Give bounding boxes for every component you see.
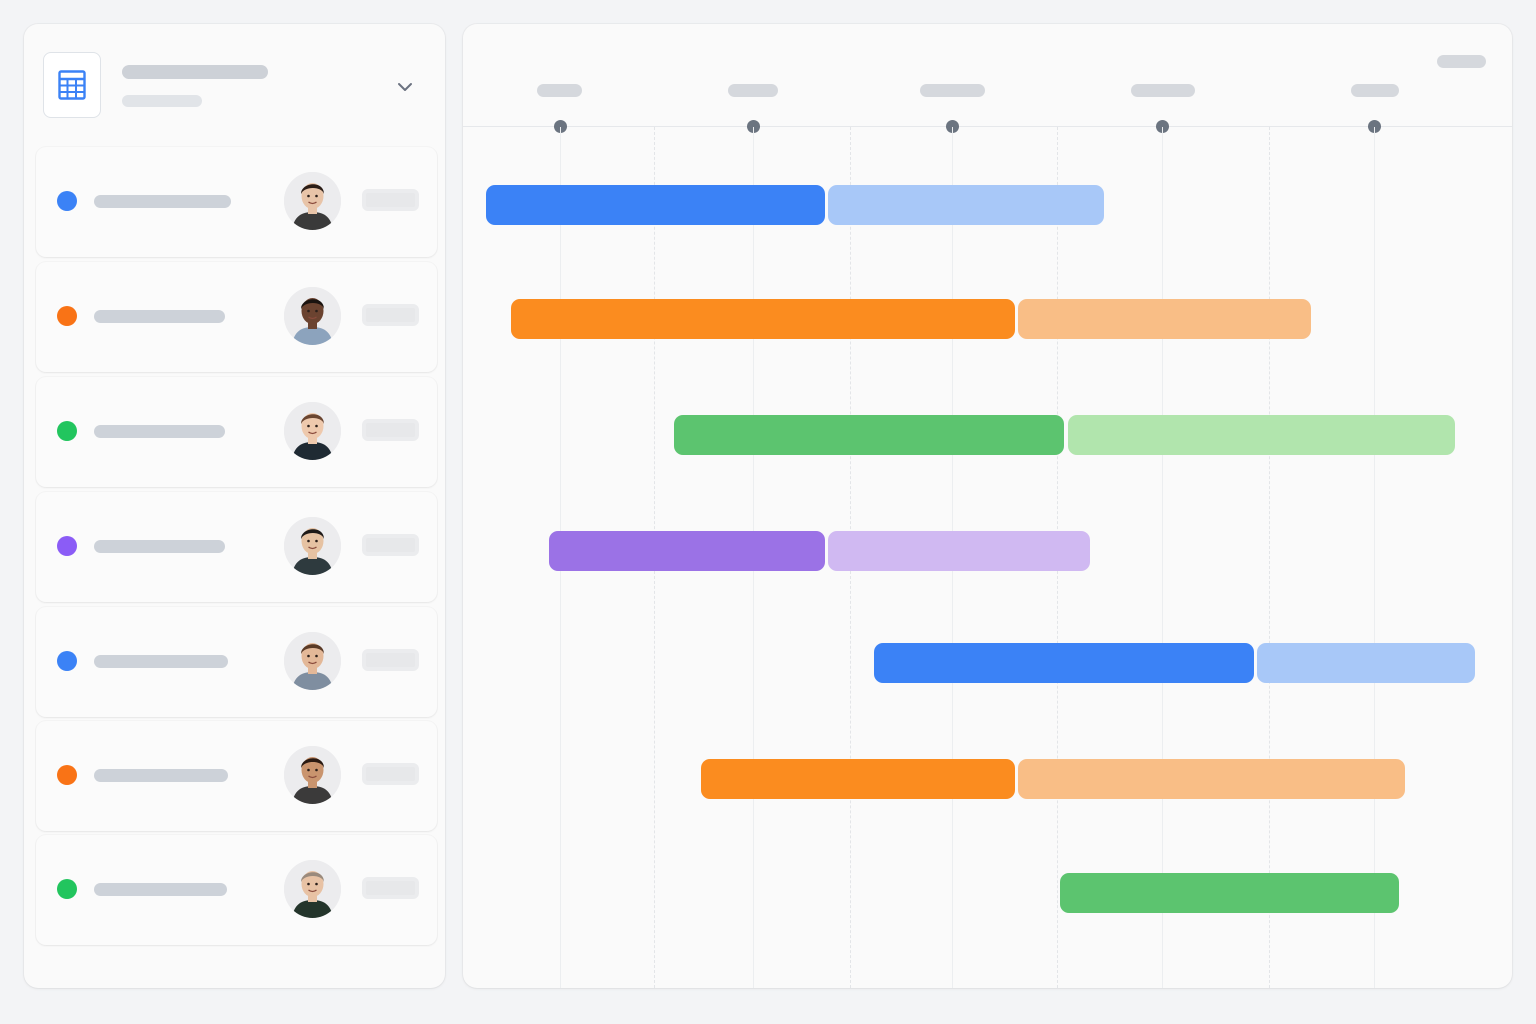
- zoom-control-placeholder[interactable]: [1437, 55, 1486, 68]
- project-title-placeholder: [122, 65, 268, 79]
- task-name-placeholder: [94, 540, 225, 553]
- status-dot: [57, 191, 77, 211]
- task-bar[interactable]: [874, 643, 1254, 683]
- task-bar[interactable]: [1018, 759, 1405, 799]
- chevron-down-icon[interactable]: [396, 78, 414, 96]
- date-label-placeholder: [728, 84, 778, 97]
- task-bar[interactable]: [1060, 873, 1399, 913]
- table-grid-icon: [58, 70, 86, 100]
- grid-line: [1269, 127, 1270, 988]
- avatar-man-short-dark-hair[interactable]: [284, 287, 341, 345]
- task-row[interactable]: [36, 607, 437, 717]
- assignee-tag-placeholder: [362, 534, 419, 556]
- task-name-placeholder: [94, 655, 228, 668]
- assignee-tag-placeholder: [362, 763, 419, 785]
- avatar-man-glasses[interactable]: [284, 517, 341, 575]
- status-dot: [57, 651, 77, 671]
- status-dot: [57, 765, 77, 785]
- assignee-tag-placeholder: [362, 649, 419, 671]
- task-bar[interactable]: [549, 531, 825, 571]
- avatar-man-beard[interactable]: [284, 632, 341, 690]
- task-bar[interactable]: [511, 299, 1015, 339]
- task-bar[interactable]: [1018, 299, 1311, 339]
- assignee-tag-placeholder: [362, 877, 419, 899]
- task-bar[interactable]: [701, 759, 1015, 799]
- task-name-placeholder: [94, 425, 225, 438]
- task-bar[interactable]: [1068, 415, 1455, 455]
- task-row[interactable]: [36, 492, 437, 602]
- status-dot: [57, 421, 77, 441]
- status-dot: [57, 536, 77, 556]
- avatar-woman-curly-hair[interactable]: [284, 746, 341, 804]
- task-row[interactable]: [36, 721, 437, 831]
- timeline-header-divider: [463, 126, 1512, 127]
- grid-line: [1374, 127, 1375, 988]
- assignee-tag-placeholder: [362, 189, 419, 211]
- gantt-timeline: [463, 24, 1512, 988]
- task-bar[interactable]: [828, 185, 1104, 225]
- date-label-placeholder: [1351, 84, 1399, 97]
- task-row[interactable]: [36, 377, 437, 487]
- task-name-placeholder: [94, 883, 227, 896]
- task-list-panel: [24, 24, 445, 988]
- status-dot: [57, 879, 77, 899]
- task-row[interactable]: [36, 147, 437, 257]
- task-name-placeholder: [94, 310, 225, 323]
- task-bar[interactable]: [1257, 643, 1475, 683]
- date-label-placeholder: [920, 84, 985, 97]
- view-switch-button[interactable]: [43, 52, 101, 118]
- status-dot: [57, 306, 77, 326]
- avatar-woman-brown-hair[interactable]: [284, 402, 341, 460]
- avatar-man-bald-glasses[interactable]: [284, 860, 341, 918]
- task-row[interactable]: [36, 262, 437, 372]
- task-row[interactable]: [36, 835, 437, 945]
- grid-line: [1162, 127, 1163, 988]
- task-list-header: [24, 24, 445, 146]
- assignee-tag-placeholder: [362, 419, 419, 441]
- task-bar[interactable]: [828, 531, 1090, 571]
- assignee-tag-placeholder: [362, 304, 419, 326]
- project-subtitle-placeholder: [122, 95, 202, 107]
- avatar-woman-long-dark-hair[interactable]: [284, 172, 341, 230]
- task-name-placeholder: [94, 195, 231, 208]
- date-label-placeholder: [537, 84, 582, 97]
- task-bar[interactable]: [674, 415, 1064, 455]
- date-label-placeholder: [1131, 84, 1195, 97]
- task-bar[interactable]: [486, 185, 825, 225]
- task-name-placeholder: [94, 769, 228, 782]
